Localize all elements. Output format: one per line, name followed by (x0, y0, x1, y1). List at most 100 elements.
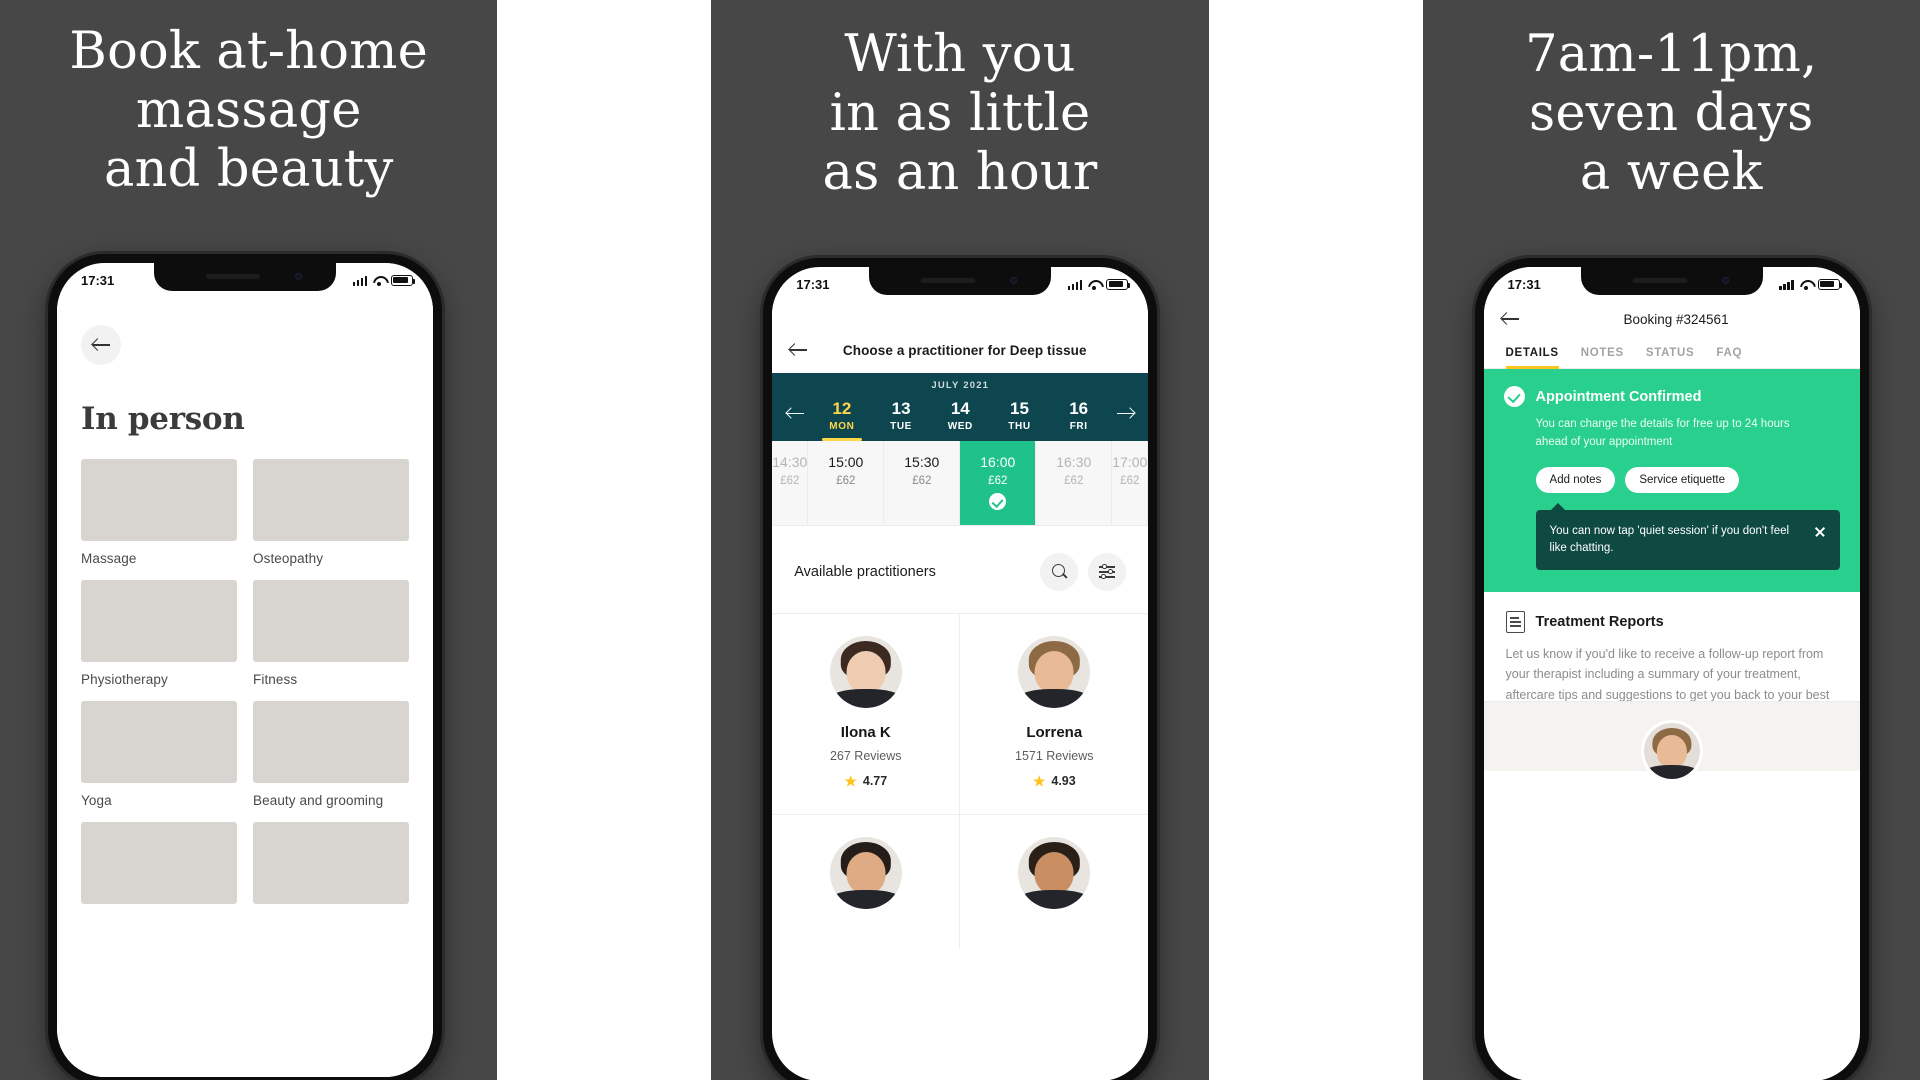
service-tile-fitness[interactable]: Fitness (253, 580, 409, 687)
arrow-left-icon (786, 408, 804, 420)
close-icon[interactable] (1814, 526, 1826, 538)
calendar-day-13[interactable]: 13 TUE (871, 397, 930, 441)
slot-time: 15:30 (904, 453, 940, 470)
tab-notes[interactable]: NOTES (1581, 347, 1624, 368)
calendar-prev-button[interactable] (778, 397, 812, 441)
service-tile-next-row[interactable] (253, 822, 409, 904)
filter-button[interactable] (1088, 552, 1127, 591)
rating-value: 4.77 (862, 773, 888, 788)
headline-line: With you (844, 25, 1076, 84)
practitioner-name: Ilona K (840, 723, 891, 741)
day-number: 13 (891, 399, 911, 418)
rating-value: 4.93 (1051, 773, 1076, 788)
notch (869, 267, 1052, 295)
service-photo (253, 822, 409, 904)
day-number: 16 (1069, 399, 1089, 418)
service-label: Fitness (253, 672, 298, 687)
calendar-day-14[interactable]: 14 WED (931, 397, 990, 441)
page-title: In person (81, 401, 245, 437)
calendar-day-15[interactable]: 15 THU (990, 397, 1049, 441)
search-button[interactable] (1040, 552, 1079, 591)
day-number: 15 (1010, 399, 1029, 418)
back-button[interactable] (1501, 312, 1519, 326)
time-slot[interactable]: 14:30 £62 (772, 440, 809, 525)
document-icon (1505, 611, 1525, 634)
time-slot-selected[interactable]: 16:00 £62 (960, 440, 1037, 525)
phone-screen-1: 17:31 In person Massage Osteopathy Physi… (57, 263, 433, 1077)
nav-bar: Choose a practitioner for Deep tissue (772, 327, 1149, 373)
service-etiquette-button[interactable]: Service etiquette (1625, 466, 1739, 493)
calendar-days: 12 MON 13 TUE 14 WED 15 THU 16 FRI (772, 397, 1148, 441)
phone-screen-2: 17:31 Choose a practitioner for Deep tis… (772, 267, 1149, 1080)
arrow-right-icon (1116, 408, 1134, 420)
search-icon (1051, 564, 1067, 579)
calendar-day-16[interactable]: 16 FRI (1049, 397, 1108, 441)
add-notes-button[interactable]: Add notes (1535, 466, 1616, 493)
osteopathy-photo (253, 459, 409, 541)
service-label: Physiotherapy (81, 672, 168, 687)
day-number: 14 (950, 399, 970, 418)
day-name: THU (1008, 420, 1031, 432)
speaker-icon (206, 274, 260, 279)
calendar-day-12[interactable]: 12 MON (812, 397, 871, 441)
time-slot[interactable]: 15:00 £62 (808, 440, 885, 525)
header-actions (1040, 552, 1127, 591)
practitioner-card[interactable] (960, 813, 1149, 949)
back-button[interactable] (790, 343, 808, 357)
status-indicators (1067, 278, 1131, 290)
service-photo (81, 822, 237, 904)
practitioner-reviews: 267 Reviews (829, 748, 902, 763)
day-name: MON (829, 420, 855, 432)
practitioner-card[interactable] (772, 813, 961, 949)
tab-status[interactable]: STATUS (1646, 347, 1695, 368)
service-tile-beauty[interactable]: Beauty and grooming (253, 701, 409, 808)
service-grid: Massage Osteopathy Physiotherapy Fitness… (81, 459, 409, 904)
time-slot[interactable]: 16:30 £62 (1036, 440, 1113, 525)
time-slot[interactable]: 17:00 £62 (1112, 440, 1149, 525)
practitioner-grid: Ilona K 267 Reviews ★ 4.77 Lorrena 1571 … (772, 612, 1149, 949)
panel-3-headline: 7am-11pm, seven days a week (1423, 0, 1920, 202)
slot-time: 17:00 (1112, 453, 1148, 470)
reports-title: Treatment Reports (1535, 614, 1664, 631)
practitioner-rating: ★ 4.77 (782, 774, 949, 788)
practitioner-reviews: 1571 Reviews (1015, 748, 1094, 763)
slot-time: 16:30 (1056, 453, 1092, 470)
battery-icon (1106, 278, 1131, 290)
service-label: Osteopathy (253, 551, 324, 566)
panel-2-headline: With you in as little as an hour (711, 0, 1208, 202)
tab-details[interactable]: DETAILS (1505, 347, 1560, 369)
tab-faq[interactable]: FAQ (1716, 347, 1742, 368)
practitioner-card[interactable]: Ilona K 267 Reviews ★ 4.77 (772, 612, 961, 814)
wifi-icon (1087, 279, 1101, 290)
day-name: WED (947, 420, 973, 432)
speaker-icon (921, 278, 976, 283)
service-tile-physiotherapy[interactable]: Physiotherapy (81, 580, 237, 687)
time-slot[interactable]: 15:30 £62 (884, 440, 961, 525)
slot-price: £62 (1120, 474, 1140, 487)
service-tile-next-row[interactable] (81, 822, 237, 904)
beauty-grooming-photo (253, 701, 409, 783)
panel-gap (1208, 0, 1423, 1080)
back-button[interactable] (81, 325, 121, 365)
calendar-next-button[interactable] (1108, 397, 1142, 441)
avatar (829, 836, 902, 909)
service-tile-osteopathy[interactable]: Osteopathy (253, 459, 409, 566)
nav-title: Choose a practitioner for Deep tissue (842, 342, 1087, 358)
panel-choose-practitioner: With you in as little as an hour 17:31 C… (711, 0, 1209, 1080)
phone-mockup-3: 17:31 Booking #324561 DETAILS NOTES STAT… (1474, 258, 1869, 1080)
status-time: 17:31 (81, 272, 115, 288)
battery-icon (391, 274, 416, 286)
physiotherapy-photo (81, 580, 237, 662)
confirm-body: You can change the details for free up t… (1535, 418, 1790, 448)
choose-practitioner-screen: Choose a practitioner for Deep tissue JU… (772, 297, 1149, 949)
practitioner-card[interactable]: Lorrena 1571 Reviews ★ 4.93 (960, 612, 1149, 814)
service-tile-yoga[interactable]: Yoga (81, 701, 237, 808)
practitioner-footer-card[interactable] (1483, 701, 1860, 783)
calendar-strip: JULY 2021 12 MON 13 TUE 14 WED 15 THU 16… (772, 373, 1149, 441)
practitioner-name: Lorrena (1026, 723, 1083, 741)
service-tile-massage[interactable]: Massage (81, 459, 237, 566)
avatar (1018, 836, 1091, 909)
status-indicators (1779, 278, 1842, 290)
notch (154, 263, 336, 291)
status-indicators (352, 274, 416, 286)
